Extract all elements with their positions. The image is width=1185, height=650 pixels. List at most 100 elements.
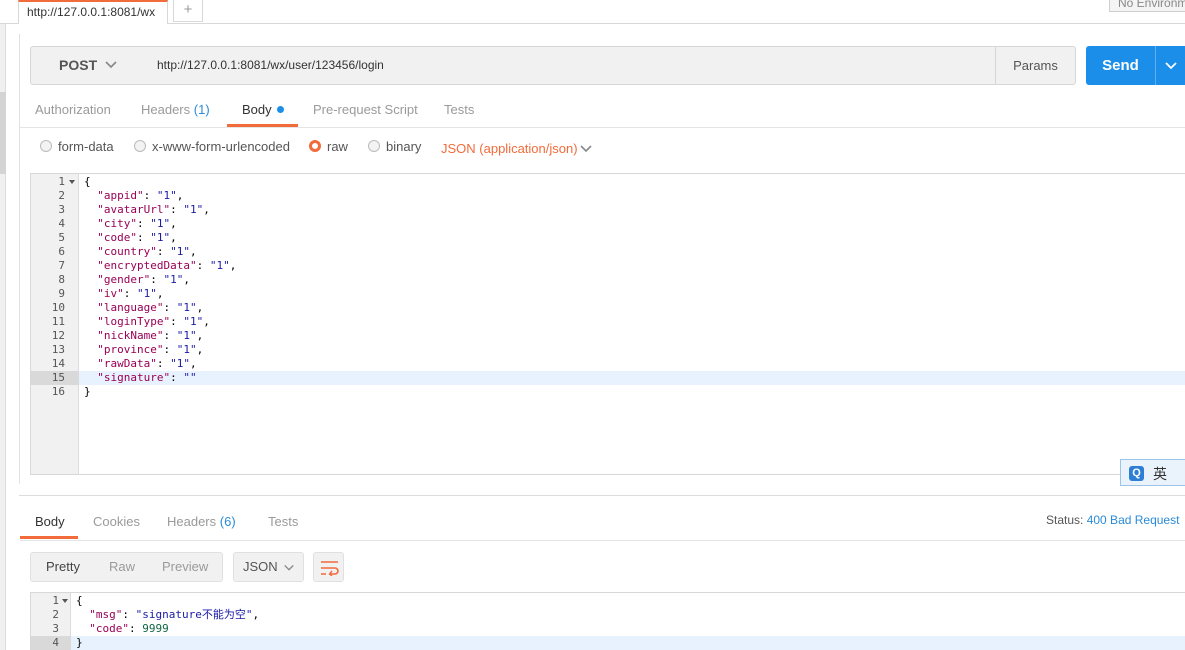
- code-token: "1": [156, 189, 177, 202]
- tab-authorization[interactable]: Authorization: [35, 96, 111, 127]
- line-number: 8: [58, 273, 65, 286]
- radio-label: raw: [327, 139, 348, 154]
- code-token: ,: [196, 329, 204, 342]
- wrap-lines-icon: [321, 561, 339, 576]
- line-number: 12: [51, 329, 65, 342]
- tab-label: Tests: [444, 102, 475, 117]
- line-number: 2: [58, 189, 65, 202]
- code-token: "city": [97, 217, 137, 230]
- code-token: ,: [183, 273, 190, 286]
- code-token: :: [150, 273, 164, 286]
- code-token: "1": [163, 273, 184, 286]
- format-raw-button[interactable]: Raw: [109, 553, 135, 581]
- request-tab[interactable]: http://127.0.0.1:8081/wx: [18, 0, 168, 24]
- code-token: 9999: [142, 622, 169, 635]
- code-token: :: [129, 622, 143, 635]
- radio-icon: [134, 140, 146, 152]
- code-token: "1": [183, 203, 204, 216]
- tab-label: Pre-request Script: [313, 102, 418, 117]
- response-tab-cookies[interactable]: Cookies: [93, 508, 140, 539]
- code-token: :: [163, 343, 177, 356]
- code-token: :: [170, 315, 184, 328]
- send-button[interactable]: Send: [1086, 46, 1155, 85]
- fold-arrow-icon[interactable]: [62, 599, 68, 603]
- radio-label: x-www-form-urlencoded: [152, 139, 290, 154]
- code-token: :: [196, 259, 210, 272]
- response-tabs: Body Cookies Headers (6) Tests: [20, 508, 1185, 541]
- code-token: "1": [170, 245, 190, 258]
- code-token: ,: [196, 301, 204, 314]
- format-toggle-group: Pretty Raw Preview: [30, 552, 223, 582]
- code-token: :: [137, 217, 151, 230]
- tab-label: Body: [35, 514, 65, 529]
- code-token: ,: [229, 259, 237, 272]
- sidebar-edge: [0, 24, 6, 650]
- ime-toolbar[interactable]: Q 英: [1120, 459, 1185, 486]
- code-token: :: [163, 301, 177, 314]
- radio-binary[interactable]: binary: [368, 139, 421, 155]
- tab-label: Headers: [141, 102, 191, 117]
- code-token: :: [156, 357, 171, 370]
- line-number: 4: [58, 217, 65, 230]
- tab-pre-request-script[interactable]: Pre-request Script: [313, 96, 418, 127]
- code-token: "gender": [97, 273, 151, 286]
- code-token: "msg": [89, 608, 123, 621]
- code-line: "signature": "": [84, 371, 197, 385]
- code-token: :: [123, 287, 137, 300]
- code-token: {: [76, 594, 83, 607]
- tab-headers[interactable]: Headers (1): [141, 96, 210, 127]
- url-input[interactable]: http://127.0.0.1:8081/wx/user/123456/log…: [146, 46, 996, 85]
- code-token: ,: [196, 343, 204, 356]
- wrap-lines-button[interactable]: [313, 552, 344, 582]
- code-line: "encryptedData": "1",: [84, 259, 236, 273]
- code-token: "1": [176, 343, 197, 356]
- code-line: "avatarUrl": "1",: [84, 203, 210, 217]
- line-number: 14: [51, 357, 65, 370]
- response-body-viewer[interactable]: 1 {2 "msg": "signature不能为空", 3 "code": 999…: [30, 592, 1185, 650]
- code-line: "gender": "1",: [84, 273, 190, 287]
- code-token: ,: [170, 217, 177, 230]
- sidebar-scrollbar[interactable]: [0, 92, 6, 174]
- tab-tests[interactable]: Tests: [444, 96, 474, 127]
- code-line: "msg": "signature不能为空",: [76, 608, 259, 622]
- format-preview-button[interactable]: Preview: [162, 553, 208, 581]
- method-dropdown[interactable]: POST: [30, 46, 147, 85]
- response-tab-headers[interactable]: Headers (6): [167, 508, 236, 539]
- params-button[interactable]: Params: [995, 46, 1076, 85]
- code-token: ,: [176, 189, 184, 202]
- radio-raw[interactable]: raw: [309, 139, 348, 155]
- line-number: 7: [58, 259, 65, 272]
- fold-arrow-icon[interactable]: [69, 180, 75, 184]
- line-number: 15: [51, 371, 65, 384]
- line-number: 5: [58, 231, 65, 244]
- send-options-button[interactable]: [1155, 46, 1185, 85]
- response-tab-body[interactable]: Body: [20, 508, 78, 539]
- code-line: "iv": "1",: [84, 287, 163, 301]
- request-body-editor[interactable]: 1 {2 "appid": "1", 3 "avatarUrl": "1", 4 "c…: [30, 173, 1185, 475]
- status-value[interactable]: 400 Bad Request: [1087, 513, 1180, 527]
- new-tab-button[interactable]: +: [173, 0, 203, 22]
- tab-label: Headers: [167, 514, 217, 529]
- radio-x-www-form-urlencoded[interactable]: x-www-form-urlencoded: [134, 139, 290, 155]
- format-pretty-button[interactable]: Pretty: [46, 553, 80, 581]
- code-line: "language": "1",: [84, 301, 203, 315]
- line-number: 3: [52, 622, 59, 635]
- code-line: "loginType": "1",: [84, 315, 210, 329]
- line-number: 16: [51, 385, 65, 398]
- code-token: ,: [170, 231, 177, 244]
- code-token: :: [137, 231, 151, 244]
- code-token: "": [183, 371, 197, 384]
- response-language-dropdown[interactable]: JSON: [233, 552, 304, 582]
- tab-body[interactable]: Body: [227, 96, 298, 127]
- response-tab-tests[interactable]: Tests: [268, 508, 298, 539]
- code-token: "1": [137, 287, 157, 300]
- content-type-dropdown[interactable]: JSON (application/json): [441, 141, 592, 157]
- environment-selector[interactable]: No Environment: [1109, 0, 1185, 12]
- code-token: "country": [97, 245, 157, 258]
- radio-form-data[interactable]: form-data: [40, 139, 114, 155]
